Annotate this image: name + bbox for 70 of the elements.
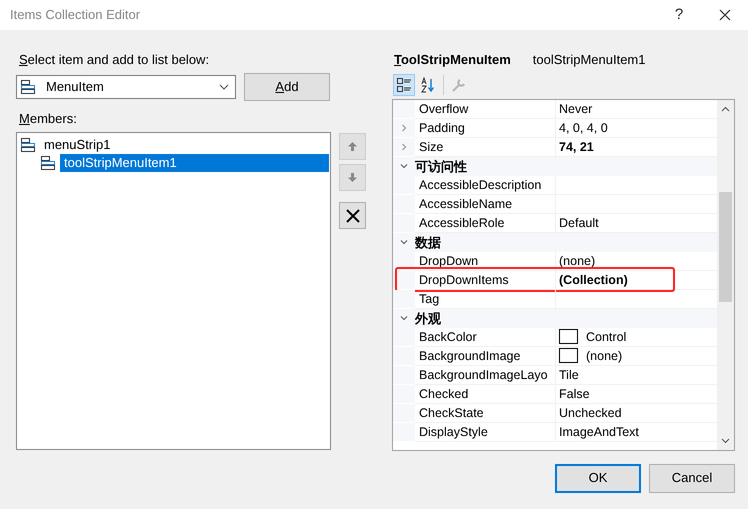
- members-label: Members:: [19, 111, 78, 127]
- categorized-icon: [396, 76, 412, 92]
- chevron-down-icon: [219, 84, 229, 90]
- select-label: Select item and add to list below:: [19, 52, 210, 68]
- property-name: DropDown: [419, 252, 478, 270]
- chevron-down-icon[interactable]: [400, 314, 408, 322]
- property-value: Unchecked: [559, 404, 622, 422]
- dialog-button[interactable]: OK: [555, 464, 641, 492]
- arrow-up-icon: [348, 142, 357, 151]
- property-value: False: [559, 386, 590, 402]
- property-value: (none): [559, 252, 596, 270]
- property-name: Checked: [419, 386, 468, 402]
- toolbar-button[interactable]: [393, 74, 415, 96]
- property-value: ImageAndText: [559, 424, 639, 440]
- members-list[interactable]: menuStrip1 toolStripMenuItem1: [16, 132, 331, 450]
- component-name: toolStripMenuItem1: [532, 51, 646, 69]
- property-name: Size: [419, 138, 444, 156]
- property-value: 4, 0, 4, 0: [559, 120, 608, 136]
- add-button[interactable]: Add: [244, 73, 330, 101]
- property-name: Padding: [419, 120, 465, 136]
- property-name: Overflow: [419, 100, 468, 118]
- menu-item-icon: [20, 79, 36, 95]
- property-name: DropDownItems: [419, 272, 509, 288]
- category-label: 可访问性: [415, 158, 467, 176]
- scrollbar[interactable]: [717, 100, 734, 450]
- window-title: Items Collection Editor: [9, 6, 142, 24]
- dialog-button[interactable]: Cancel: [649, 464, 735, 492]
- property-name: AccessibleDescription: [419, 176, 542, 194]
- chevron-down-icon[interactable]: [400, 238, 408, 246]
- property-name: DisplayStyle: [419, 424, 488, 440]
- category-label: 数据: [415, 234, 441, 252]
- scrollbar-thumb[interactable]: [719, 192, 732, 302]
- help-button[interactable]: ?: [656, 0, 702, 30]
- property-name: Tag: [419, 290, 440, 308]
- property-value: Never: [559, 100, 592, 118]
- close-icon: [719, 9, 731, 21]
- property-name: CheckState: [419, 404, 484, 422]
- chevron-up-icon: [721, 106, 730, 112]
- tree-item[interactable]: menuStrip1: [40, 136, 114, 154]
- category-row[interactable]: 外观: [393, 308, 717, 328]
- category-row[interactable]: 可访问性: [393, 156, 717, 176]
- property-name: BackColor: [419, 328, 477, 346]
- item-type-dropdown[interactable]: MenuItem: [16, 75, 236, 99]
- sort-alphabetical-icon: [420, 76, 436, 92]
- property-name: BackgroundImage: [419, 348, 520, 364]
- menu-item-icon: [40, 155, 56, 171]
- chevron-right-icon[interactable]: [400, 124, 408, 132]
- delete-button[interactable]: [339, 202, 366, 229]
- property-name: BackgroundImageLayo: [419, 366, 548, 384]
- chevron-right-icon[interactable]: [400, 142, 408, 150]
- chevron-down-icon[interactable]: [400, 162, 408, 170]
- arrow-down-icon: [348, 173, 357, 182]
- component-type: ToolStripMenuItem: [394, 51, 511, 69]
- property-name: AccessibleName: [419, 196, 512, 212]
- category-label: 外观: [415, 310, 441, 328]
- wrench-icon: [451, 76, 467, 92]
- property-value: (none): [586, 348, 622, 364]
- property-value: 74, 21: [559, 138, 594, 156]
- menu-item-icon: [20, 137, 36, 153]
- property-value: Tile: [559, 366, 579, 384]
- property-name: AccessibleRole: [419, 214, 504, 232]
- property-value: Default: [559, 214, 599, 232]
- move-down-button[interactable]: [339, 164, 366, 191]
- property-value: Control: [586, 328, 626, 346]
- category-row[interactable]: 数据: [393, 232, 717, 252]
- chevron-down-icon: [721, 438, 730, 444]
- tree-item[interactable]: toolStripMenuItem1: [60, 154, 329, 172]
- delete-icon: [346, 208, 360, 222]
- move-up-button[interactable]: [339, 133, 366, 160]
- property-value: (Collection): [559, 272, 628, 288]
